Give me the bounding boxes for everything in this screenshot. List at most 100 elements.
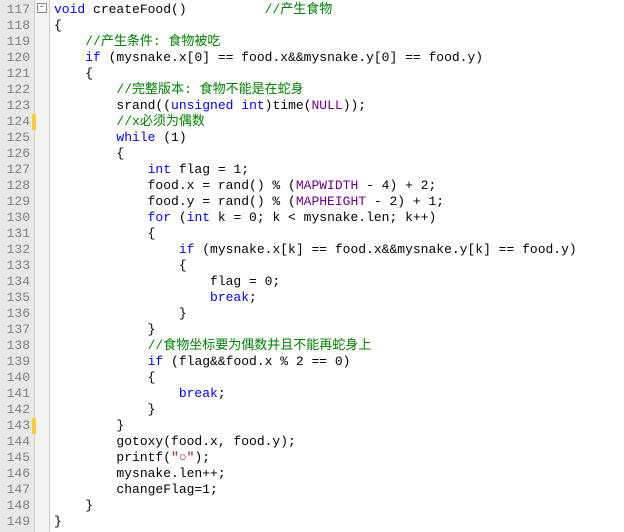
line-number: 139 [2,354,30,370]
fold-cell [35,400,49,416]
fold-cell [35,16,49,32]
code-line: { [54,370,577,386]
line-number: 123 [2,98,30,114]
token-plain: ; [218,386,226,401]
line-number: 119 [2,34,30,50]
line-number: 145 [2,450,30,466]
line-number: 126 [2,146,30,162]
token-plain [54,338,148,353]
code-line: changeFlag=1; [54,482,577,498]
token-plain: { [54,146,124,161]
token-plain: { [54,18,62,33]
fold-cell [35,272,49,288]
fold-cell [35,256,49,272]
token-plain [54,290,210,305]
token-plain: )); [343,98,366,113]
token-cmt: //产生条件: 食物被吃 [85,34,220,49]
fold-cell [35,304,49,320]
token-plain: } [54,402,155,417]
line-number: 124 [2,114,30,130]
token-plain: { [54,370,155,385]
line-number-gutter: 1171181191201211221231241251261271281291… [0,0,35,532]
code-line: while (1) [54,130,577,146]
token-plain: ); [194,450,210,465]
code-line: for (int k = 0; k < mysnake.len; k++) [54,210,577,226]
fold-cell [35,96,49,112]
code-line: break; [54,386,577,402]
code-line: int flag = 1; [54,162,577,178]
line-number: 127 [2,162,30,178]
line-number: 128 [2,178,30,194]
token-plain: changeFlag=1; [54,482,218,497]
token-plain: createFood() [85,2,264,17]
code-line: //食物坐标要为偶数并且不能再蛇身上 [54,338,577,354]
line-number: 125 [2,130,30,146]
code-line: { [54,258,577,274]
line-number: 141 [2,386,30,402]
token-plain: food.y = rand() % ( [54,194,296,209]
code-line: food.x = rand() % (MAPWIDTH - 4) + 2; [54,178,577,194]
fold-cell [35,384,49,400]
token-str: "○" [171,450,194,465]
fold-cell [35,368,49,384]
token-plain: { [54,66,93,81]
line-number: 147 [2,482,30,498]
fold-cell[interactable]: − [35,0,49,16]
code-content: void createFood() //产生食物{ //产生条件: 食物被吃 i… [50,0,581,532]
line-number: 135 [2,290,30,306]
token-plain: mysnake.len++; [54,466,226,481]
token-cmt: //食物坐标要为偶数并且不能再蛇身上 [148,338,372,353]
fold-cell [35,352,49,368]
code-line: } [54,322,577,338]
fold-cell [35,48,49,64]
token-plain: (mysnake.x[k] == food.x&&mysnake.y[k] ==… [194,242,576,257]
token-plain: food.x = rand() % ( [54,178,296,193]
line-number: 131 [2,226,30,242]
line-number: 137 [2,322,30,338]
fold-cell [35,480,49,496]
line-number: 143 [2,418,30,434]
token-cmt: //x必须为偶数 [116,114,204,129]
token-plain: - 4) + 2; [358,178,436,193]
line-number: 132 [2,242,30,258]
fold-cell [35,448,49,464]
code-line: { [54,226,577,242]
token-macro: NULL [311,98,342,113]
code-line: { [54,66,577,82]
fold-cell [35,144,49,160]
code-line: printf("○"); [54,450,577,466]
token-plain [54,114,116,129]
token-plain: (mysnake.x[0] == food.x&&mysnake.y[0] ==… [101,50,483,65]
token-plain: { [54,226,155,241]
fold-cell [35,208,49,224]
token-plain: k = 0; k < mysnake.len; k++) [210,210,436,225]
code-line: break; [54,290,577,306]
code-editor: 1171181191201211221231241251261271281291… [0,0,624,532]
token-plain: (1) [155,130,186,145]
fold-cell [35,336,49,352]
token-kw: if [148,354,164,369]
line-number: 146 [2,466,30,482]
token-plain: gotoxy(food.x, food.y); [54,434,296,449]
fold-cell [35,64,49,80]
fold-cell [35,512,49,528]
token-plain: } [54,306,187,321]
code-line: } [54,418,577,434]
fold-toggle-icon[interactable]: − [37,3,47,13]
token-plain: } [54,498,93,513]
line-number: 118 [2,18,30,34]
token-plain [54,130,116,145]
fold-cell [35,416,49,432]
token-plain: { [54,258,187,273]
fold-cell [35,176,49,192]
token-plain [54,50,85,65]
token-kw: for [148,210,171,225]
fold-cell [35,112,49,128]
code-line: //x必须为偶数 [54,114,577,130]
line-number: 136 [2,306,30,322]
line-number: 134 [2,274,30,290]
token-cmt: //完整版本: 食物不能是在蛇身 [116,82,303,97]
line-number: 140 [2,370,30,386]
fold-cell [35,128,49,144]
fold-cell [35,80,49,96]
